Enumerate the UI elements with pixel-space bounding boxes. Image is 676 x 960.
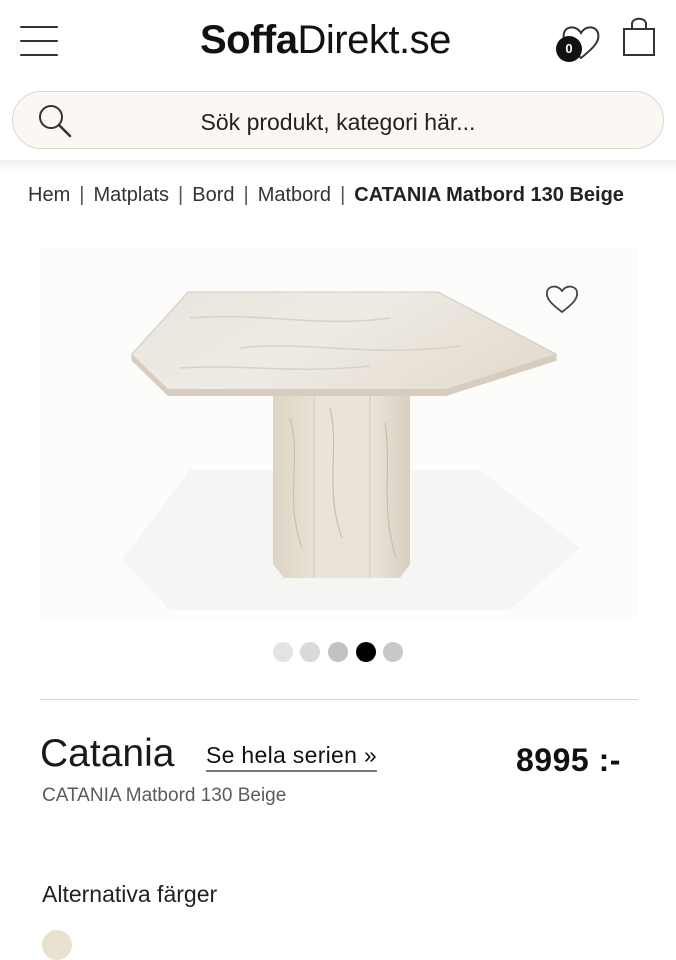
- alternative-colors-heading: Alternativa färger: [42, 881, 218, 907]
- search-input[interactable]: Sök produkt, kategori här...: [13, 109, 663, 136]
- see-full-series-link[interactable]: Se hela serien »: [206, 742, 378, 772]
- product-series-title: Catania: [40, 732, 175, 775]
- wishlist-count-badge: 0: [556, 36, 582, 62]
- breadcrumb-separator: |: [243, 184, 249, 206]
- gallery-dot-active[interactable]: [356, 642, 376, 662]
- breadcrumb-item-matplats[interactable]: Matplats: [93, 184, 169, 206]
- header-divider-shadow: [0, 160, 676, 172]
- breadcrumb-current: CATANIA Matbord 130 Beige: [354, 184, 624, 206]
- breadcrumb: Hem | Matplats | Bord | Matbord | CATANIA Matbor…: [28, 184, 648, 212]
- search-bar[interactable]: Sök produkt, kategori här...: [12, 91, 664, 149]
- breadcrumb-item-bord[interactable]: Bord: [192, 184, 234, 206]
- gallery-dot[interactable]: [383, 642, 403, 662]
- breadcrumb-item-matbord[interactable]: Matbord: [258, 184, 331, 206]
- gallery-dot[interactable]: [328, 642, 348, 662]
- logo-regular-text: Direkt.se: [297, 18, 452, 62]
- breadcrumb-separator: |: [340, 184, 346, 206]
- gallery-dot[interactable]: [300, 642, 320, 662]
- site-header: SoffaDirekt.se 0: [0, 0, 676, 82]
- gallery-pagination: [273, 642, 413, 664]
- breadcrumb-separator: |: [178, 184, 184, 206]
- favorite-heart-icon[interactable]: [544, 281, 580, 315]
- site-logo[interactable]: SoffaDirekt.se: [200, 18, 451, 63]
- section-divider: [40, 699, 638, 700]
- menu-icon[interactable]: [20, 26, 58, 58]
- shopping-bag-icon[interactable]: [620, 15, 658, 59]
- breadcrumb-item-hem[interactable]: Hem: [28, 184, 70, 206]
- product-name: CATANIA Matbord 130 Beige: [42, 785, 287, 806]
- logo-bold-text: Soffa: [200, 18, 298, 62]
- gallery-dot[interactable]: [273, 642, 293, 662]
- color-swatch-beige[interactable]: [42, 930, 72, 960]
- breadcrumb-separator: |: [79, 184, 85, 206]
- product-price: 8995 :-: [516, 742, 621, 778]
